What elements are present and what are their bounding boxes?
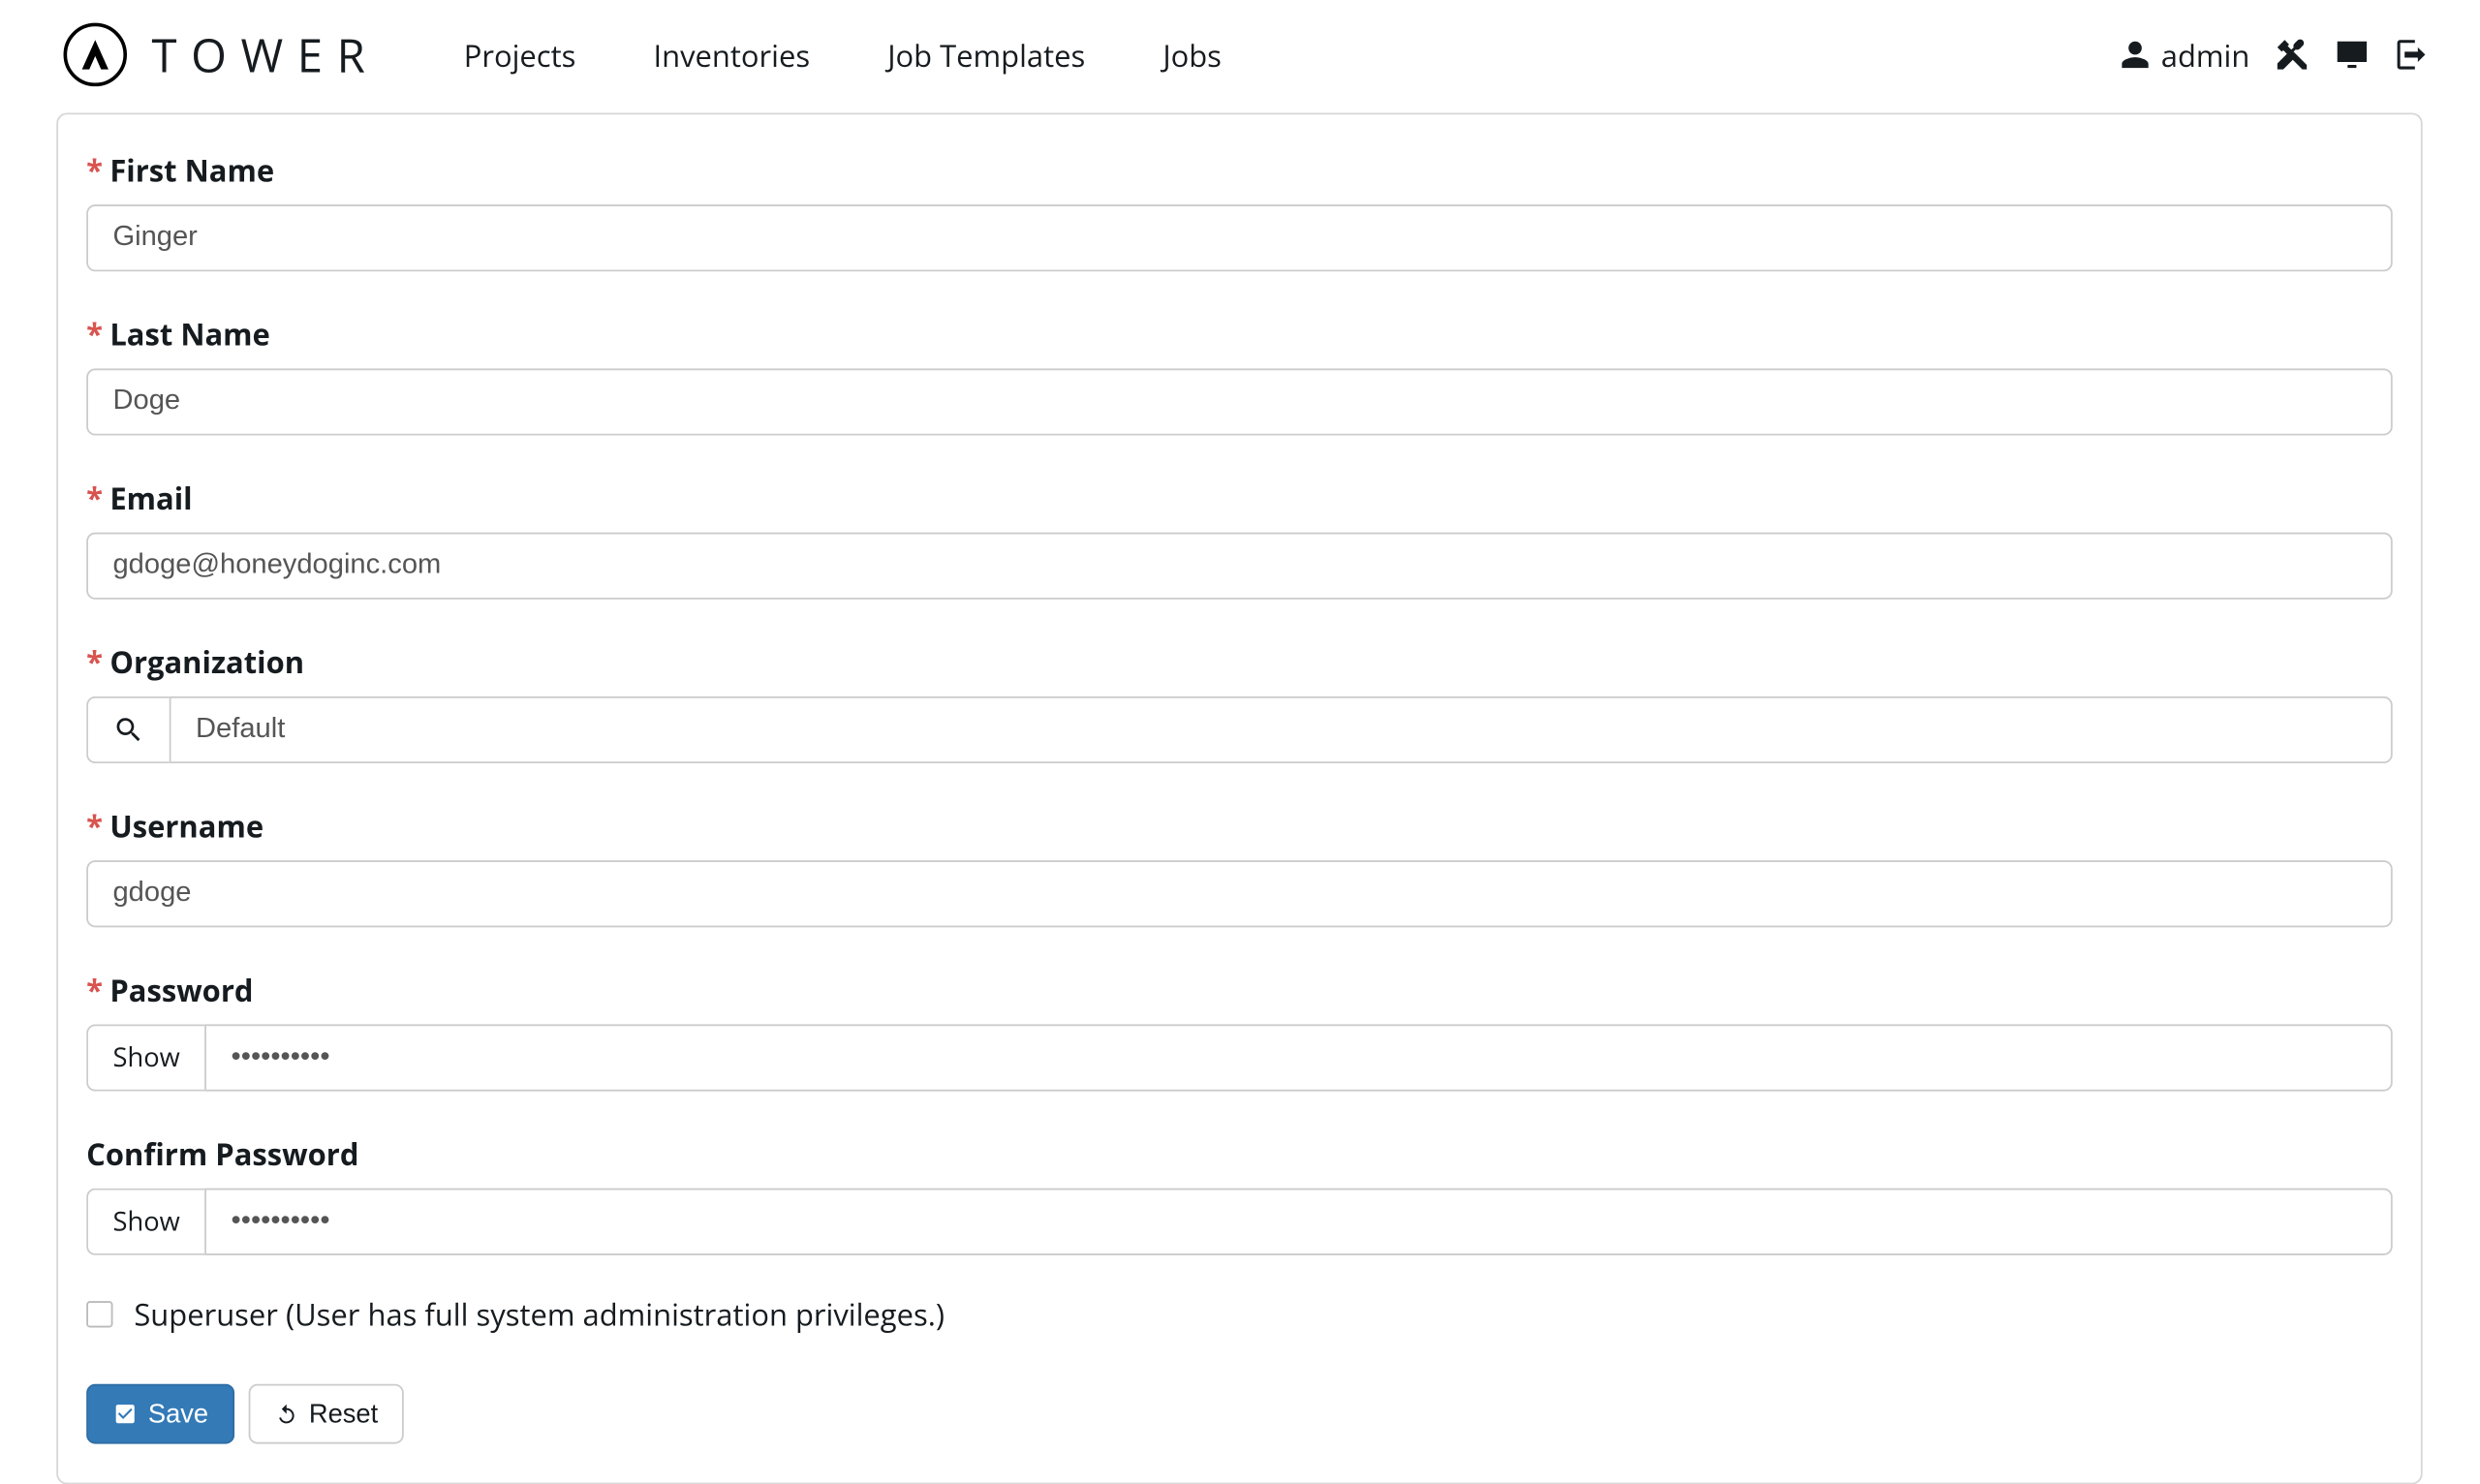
tower-logo-icon	[64, 23, 128, 87]
field-password: * Password Show	[58, 970, 2421, 1092]
user-icon	[2119, 39, 2151, 71]
field-confirm-password: Confirm Password Show	[58, 1133, 2421, 1255]
label-username: * Username	[86, 806, 2393, 847]
save-label: Save	[148, 1399, 208, 1429]
input-email[interactable]	[86, 533, 2393, 600]
user-name: admin	[2161, 34, 2250, 75]
brand[interactable]: TOWER	[64, 23, 380, 87]
field-email: * Email	[58, 478, 2421, 600]
superuser-checkbox[interactable]	[86, 1301, 112, 1327]
nav-inventories[interactable]: Inventories	[653, 34, 810, 75]
field-last-name: * Last Name	[58, 314, 2421, 436]
superuser-row: Superuser (User has full system administ…	[58, 1294, 2421, 1335]
superuser-label: Superuser (User has full system administ…	[134, 1294, 945, 1335]
label-email: * Email	[86, 478, 2393, 518]
brand-text: TOWER	[152, 23, 380, 87]
required-marker: *	[86, 970, 103, 1010]
user-form-panel: * First Name * Last Name * Email * Organ…	[56, 112, 2422, 1484]
nav-projects[interactable]: Projects	[464, 34, 576, 75]
label-password: * Password	[86, 970, 2393, 1010]
field-username: * Username	[58, 806, 2421, 928]
required-marker: *	[86, 806, 103, 847]
search-icon	[112, 714, 144, 746]
nav-links: Projects Inventories Job Templates Jobs	[464, 34, 1222, 75]
monitor-icon[interactable]	[2335, 37, 2370, 72]
field-organization: * Organization	[58, 641, 2421, 763]
topbar: TOWER Projects Inventories Job Templates…	[0, 0, 2479, 109]
input-organization[interactable]	[170, 696, 2393, 763]
label-organization: * Organization	[86, 641, 2393, 682]
topbar-right: admin	[2119, 34, 2430, 75]
input-last-name[interactable]	[86, 368, 2393, 435]
required-marker: *	[86, 150, 103, 191]
organization-lookup-button[interactable]	[86, 696, 170, 763]
reset-button[interactable]: Reset	[249, 1384, 405, 1444]
check-icon	[112, 1402, 137, 1426]
input-username[interactable]	[86, 860, 2393, 927]
reset-label: Reset	[309, 1399, 378, 1429]
logout-icon[interactable]	[2395, 37, 2430, 72]
label-confirm-password: Confirm Password	[86, 1133, 2393, 1174]
form-actions: Save Reset	[58, 1384, 2421, 1444]
input-first-name[interactable]	[86, 204, 2393, 271]
field-first-name: * First Name	[58, 150, 2421, 272]
label-last-name: * Last Name	[86, 314, 2393, 355]
input-password[interactable]	[204, 1024, 2392, 1091]
nav-jobs[interactable]: Jobs	[1162, 34, 1222, 75]
undo-icon	[275, 1403, 298, 1426]
required-marker: *	[86, 641, 103, 682]
confirm-show-button[interactable]: Show	[86, 1189, 204, 1255]
required-marker: *	[86, 314, 103, 355]
nav-job-templates[interactable]: Job Templates	[887, 34, 1085, 75]
user-menu[interactable]: admin	[2119, 34, 2249, 75]
input-confirm-password[interactable]	[204, 1189, 2392, 1255]
save-button[interactable]: Save	[86, 1384, 234, 1444]
settings-icon[interactable]	[2275, 37, 2310, 72]
label-first-name: * First Name	[86, 150, 2393, 191]
required-marker: *	[86, 478, 103, 518]
password-show-button[interactable]: Show	[86, 1024, 204, 1091]
